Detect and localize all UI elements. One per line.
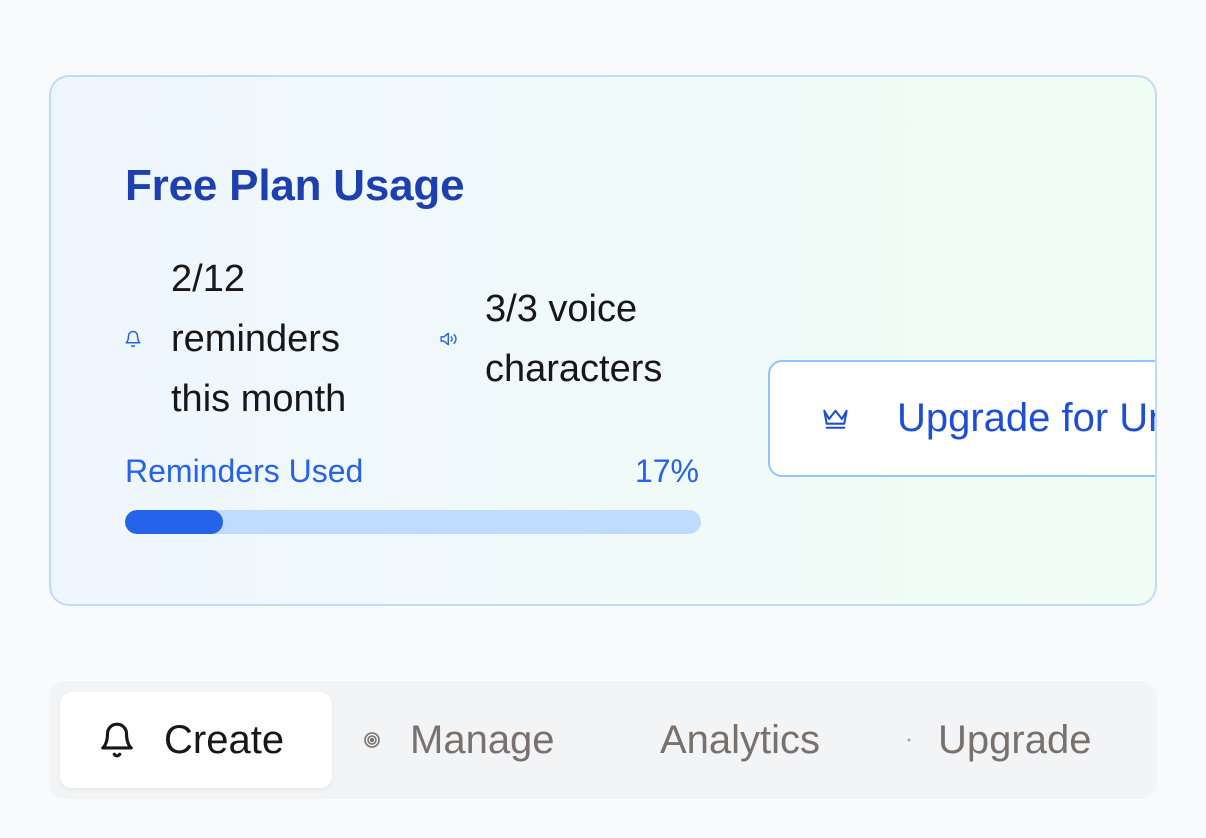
tab-manage-label: Manage xyxy=(410,717,555,762)
reminders-stat: 2/12 reminders this month xyxy=(123,249,401,429)
progress-label: Reminders Used xyxy=(125,453,364,489)
card-title: Free Plan Usage xyxy=(125,161,465,210)
tab-manage[interactable]: Manage xyxy=(363,692,555,788)
reminders-stat-text: 2/12 reminders this month xyxy=(171,258,347,420)
progress-percent: 17% xyxy=(634,453,699,489)
bell-icon xyxy=(101,722,133,758)
tab-upgrade-label: Upgrade xyxy=(938,717,1092,762)
bell-icon xyxy=(123,329,143,349)
speaker-icon xyxy=(439,329,459,349)
upgrade-button-label: Upgrade for Unlimited xyxy=(896,396,1155,440)
voice-stat: 3/3 voice characters xyxy=(439,279,715,399)
free-plan-usage-card: Free Plan Usage 2/12 reminders this mont… xyxy=(49,75,1157,606)
reminders-progress-bar xyxy=(125,510,701,534)
upgrade-unlimited-button[interactable]: Upgrade for Unlimited xyxy=(768,360,1155,477)
crown-icon xyxy=(823,409,848,429)
target-icon xyxy=(364,732,380,748)
voice-stat-text: 3/3 voice characters xyxy=(485,288,663,390)
tab-analytics[interactable]: Analytics xyxy=(660,692,820,788)
tab-create[interactable]: Create xyxy=(60,692,332,788)
tab-analytics-label: Analytics xyxy=(660,717,821,762)
tab-bar: Create Manage Analytics Upgrade xyxy=(49,681,1157,799)
progress-fill xyxy=(125,510,223,534)
tab-create-label: Create xyxy=(164,717,285,762)
dot-icon xyxy=(907,738,911,742)
tab-upgrade[interactable]: Upgrade xyxy=(907,692,1091,788)
